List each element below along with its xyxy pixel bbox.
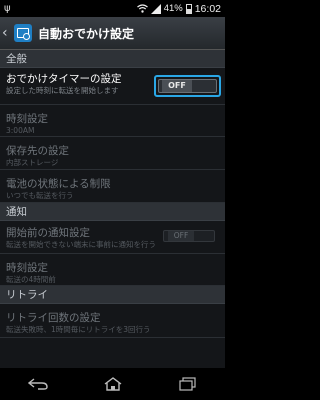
section-header-retry: リトライ [0,286,225,304]
recent-apps-icon [178,377,196,391]
usb-icon: ψ [4,3,11,14]
toggle-switch[interactable]: OFF [158,79,217,93]
setting-save-location[interactable]: 保存先の設定 内部ストレージ [0,137,225,170]
setting-title: 時刻設定 [6,113,48,125]
setting-pre-notification[interactable]: 開始前の通知設定 転送を開始できない端末に事前に通知を行う OFF [0,221,225,254]
setting-title: 時刻設定 [6,262,48,274]
home-icon [104,377,121,391]
setting-outing-timer[interactable]: おでかけタイマーの設定 設定した時刻に転送を開始します OFF [0,68,225,105]
status-bar: ψ 41% 16:02 [0,0,225,17]
settings-list[interactable]: 全般 おでかけタイマーの設定 設定した時刻に転送を開始します OFF 時刻設定 … [0,50,225,368]
nav-recent-apps-button[interactable] [173,374,203,394]
signal-icon [150,3,161,14]
navigation-bar [0,368,225,400]
status-icons: 41% 16:02 [136,2,221,15]
setting-subtitle: 3:00AM [6,126,35,135]
wifi-icon [136,4,148,13]
battery-icon [185,3,192,14]
clock: 16:02 [194,2,221,15]
section-header-notification: 通知 [0,203,225,221]
setting-retry-count[interactable]: リトライ回数の設定 転送失敗時、1時間毎にリトライを3回行う [0,304,225,338]
setting-title: リトライ回数の設定 [6,312,101,324]
back-arrow-icon [27,378,48,390]
setting-battery-limit[interactable]: 電池の状態による制限 いつでも転送を行う [0,170,225,203]
setting-subtitle: 転送の4時間前 [6,275,56,284]
setting-notification-time[interactable]: 時刻設定 転送の4時間前 [0,254,225,286]
toggle-label: OFF [168,231,194,241]
setting-time[interactable]: 時刻設定 3:00AM [0,105,225,137]
setting-subtitle: 内部ストレージ [6,158,59,167]
nav-home-button[interactable] [98,374,128,394]
setting-subtitle: いつでも転送を行う [6,191,74,200]
battery-percent: 41% [163,3,183,14]
action-bar: ‹ 自動おでかけ設定 [0,17,225,50]
section-header-general: 全般 [0,50,225,68]
toggle-label: OFF [162,80,192,92]
setting-subtitle: 転送失敗時、1時間毎にリトライを3回行う [6,325,151,334]
setting-title: 電池の状態による制限 [6,178,111,190]
page-title: 自動おでかけ設定 [38,26,135,41]
nav-back-button[interactable] [23,374,53,394]
app-icon[interactable] [14,24,32,42]
back-icon[interactable]: ‹ [2,25,12,41]
pre-notification-toggle[interactable]: OFF [163,230,215,242]
setting-title: 保存先の設定 [6,145,69,157]
outing-timer-toggle[interactable]: OFF [154,75,221,97]
